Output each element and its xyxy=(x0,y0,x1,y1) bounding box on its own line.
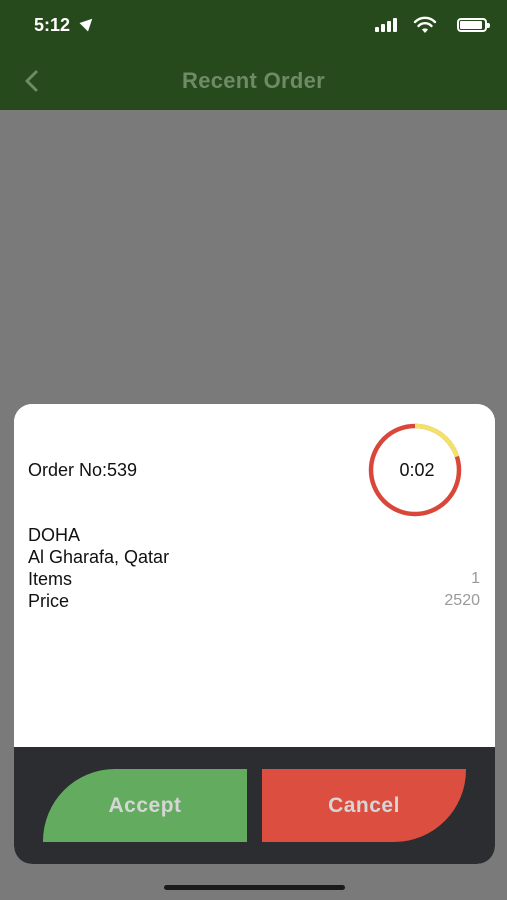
status-time: 5:12 xyxy=(34,15,71,35)
status-bar: 5:12 xyxy=(0,0,507,52)
price-label: Price xyxy=(28,591,70,611)
cancel-label: Cancel xyxy=(328,793,400,817)
cancel-button[interactable]: Cancel xyxy=(262,769,466,842)
order-actions: Accept Cancel xyxy=(14,747,495,864)
wifi-icon xyxy=(413,16,437,33)
order-address: Al Gharafa, Qatar xyxy=(28,547,170,567)
price-value: 2520 xyxy=(444,592,480,609)
battery-icon xyxy=(457,18,490,32)
page-title: Recent Order xyxy=(182,68,325,93)
order-details: Order No:539 0:02 DOHA Al Gharafa, Qatar… xyxy=(14,404,495,747)
order-card: Order No:539 0:02 DOHA Al Gharafa, Qatar… xyxy=(14,404,495,864)
items-label: Items xyxy=(28,569,73,589)
order-number: Order No:539 xyxy=(28,460,138,480)
items-value: 1 xyxy=(471,570,480,587)
nav-bar: Recent Order xyxy=(0,52,507,110)
price-row: Price 2520 xyxy=(28,590,480,612)
location-arrow-icon xyxy=(79,14,97,32)
countdown-timer: 0:02 xyxy=(358,422,476,518)
accept-label: Accept xyxy=(108,793,182,817)
home-indicator xyxy=(164,885,345,890)
items-row: Items 1 xyxy=(28,568,480,590)
order-info: DOHA Al Gharafa, Qatar Items 1 Price 252… xyxy=(28,524,480,612)
timer-text: 0:02 xyxy=(399,460,435,480)
accept-button[interactable]: Accept xyxy=(43,769,247,842)
cellular-signal-icon xyxy=(375,18,401,32)
order-city: DOHA xyxy=(28,525,81,545)
